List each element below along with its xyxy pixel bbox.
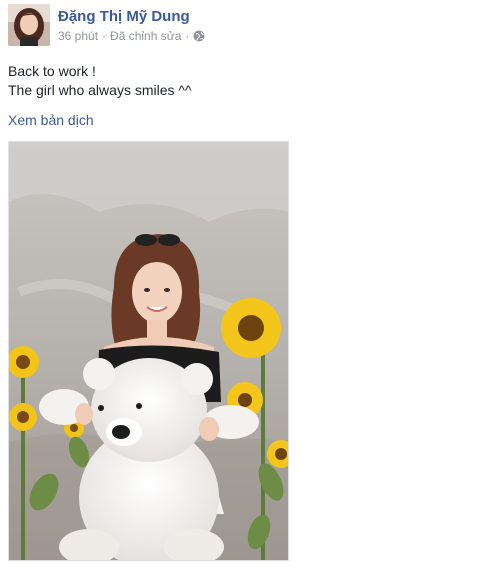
- post-text-line-2: The girl who always smiles ^^: [8, 82, 192, 98]
- facebook-post: Đặng Thị Mỹ Dung 36 phút · Đã chỉnh sửa …: [0, 0, 500, 567]
- avatar[interactable]: [8, 4, 50, 46]
- see-translation-link[interactable]: Xem bản dịch: [8, 112, 94, 128]
- post-photo[interactable]: [8, 141, 289, 561]
- post-meta: 36 phút · Đã chỉnh sửa ·: [58, 29, 205, 43]
- post-text-line-1: Back to work !: [8, 63, 96, 79]
- globe-icon[interactable]: [193, 30, 205, 42]
- photo-image: [9, 142, 288, 560]
- meta-separator-2: ·: [185, 29, 190, 43]
- meta-separator: ·: [102, 29, 107, 43]
- edited-label[interactable]: Đã chỉnh sửa: [110, 29, 181, 43]
- timestamp[interactable]: 36 phút: [58, 29, 98, 43]
- author-name[interactable]: Đặng Thị Mỹ Dung: [58, 8, 190, 25]
- post-text: Back to work ! The girl who always smile…: [8, 62, 192, 100]
- avatar-image: [8, 4, 50, 46]
